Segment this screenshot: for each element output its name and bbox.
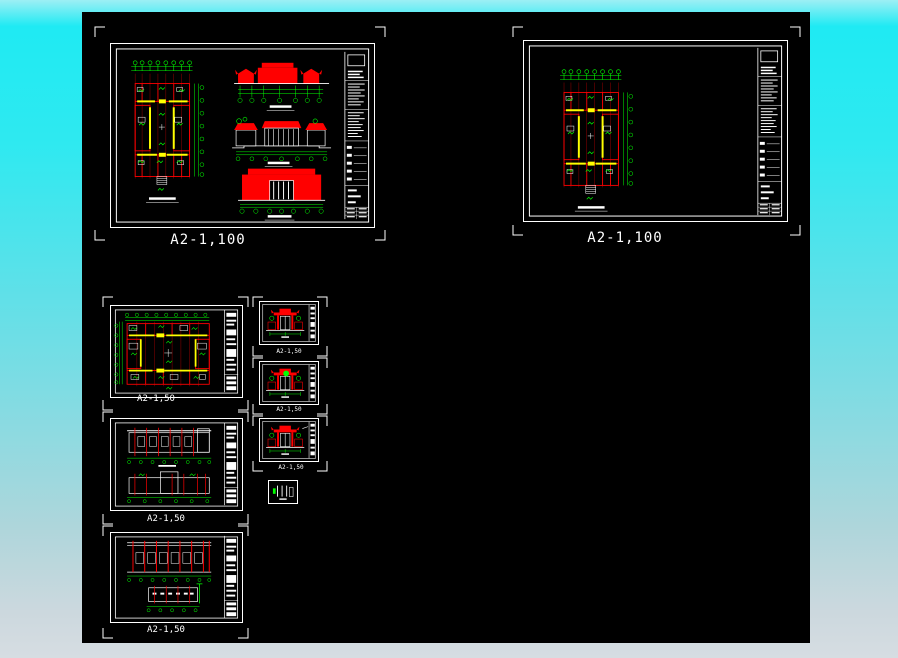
sheet-gate-detail-b[interactable] bbox=[259, 361, 319, 405]
plan-50-drawing bbox=[114, 309, 239, 394]
plan-elevations-drawing bbox=[115, 48, 370, 223]
elevations-a-drawing bbox=[114, 422, 239, 507]
sheet-floor-plan[interactable] bbox=[523, 40, 788, 222]
sheet-label-plan-50: A2-1,50 bbox=[137, 394, 175, 404]
sheet-gate-detail-c[interactable] bbox=[259, 418, 319, 462]
sheet-label-plan-elevations: A2-1,100 bbox=[170, 232, 246, 248]
sheet-label-elevations-a: A2-1,50 bbox=[147, 514, 185, 524]
sheet-elevations-a[interactable] bbox=[110, 418, 243, 511]
cad-canvas[interactable]: A2-1,100 A2-1,100 A2-1,50 A2-1,50 A2-1,5… bbox=[82, 12, 810, 643]
floor-plan-drawing bbox=[528, 45, 783, 217]
sheet-plan-50[interactable] bbox=[110, 305, 243, 398]
gate-detail-b-drawing bbox=[262, 364, 316, 402]
desktop-background: { "app": { "view": "cad-model-space" }, … bbox=[0, 0, 898, 658]
sheet-plan-and-elevations[interactable] bbox=[110, 43, 375, 228]
sheet-label-floor-plan: A2-1,100 bbox=[587, 230, 663, 246]
sheet-elevations-b[interactable] bbox=[110, 532, 243, 623]
detail-fragment-drawing bbox=[272, 485, 294, 500]
detail-fragment[interactable] bbox=[268, 480, 298, 504]
sheet-label-gate-a: A2-1,50 bbox=[276, 348, 302, 355]
gate-detail-c-drawing bbox=[262, 421, 316, 459]
sheet-label-gate-c: A2-1,50 bbox=[278, 464, 304, 471]
sheet-label-gate-b: A2-1,50 bbox=[276, 406, 302, 413]
sheet-gate-detail-a[interactable] bbox=[259, 301, 319, 345]
sheet-label-elevations-b: A2-1,50 bbox=[147, 625, 185, 635]
gate-detail-a-drawing bbox=[262, 304, 316, 342]
elevations-b-drawing bbox=[114, 535, 239, 619]
